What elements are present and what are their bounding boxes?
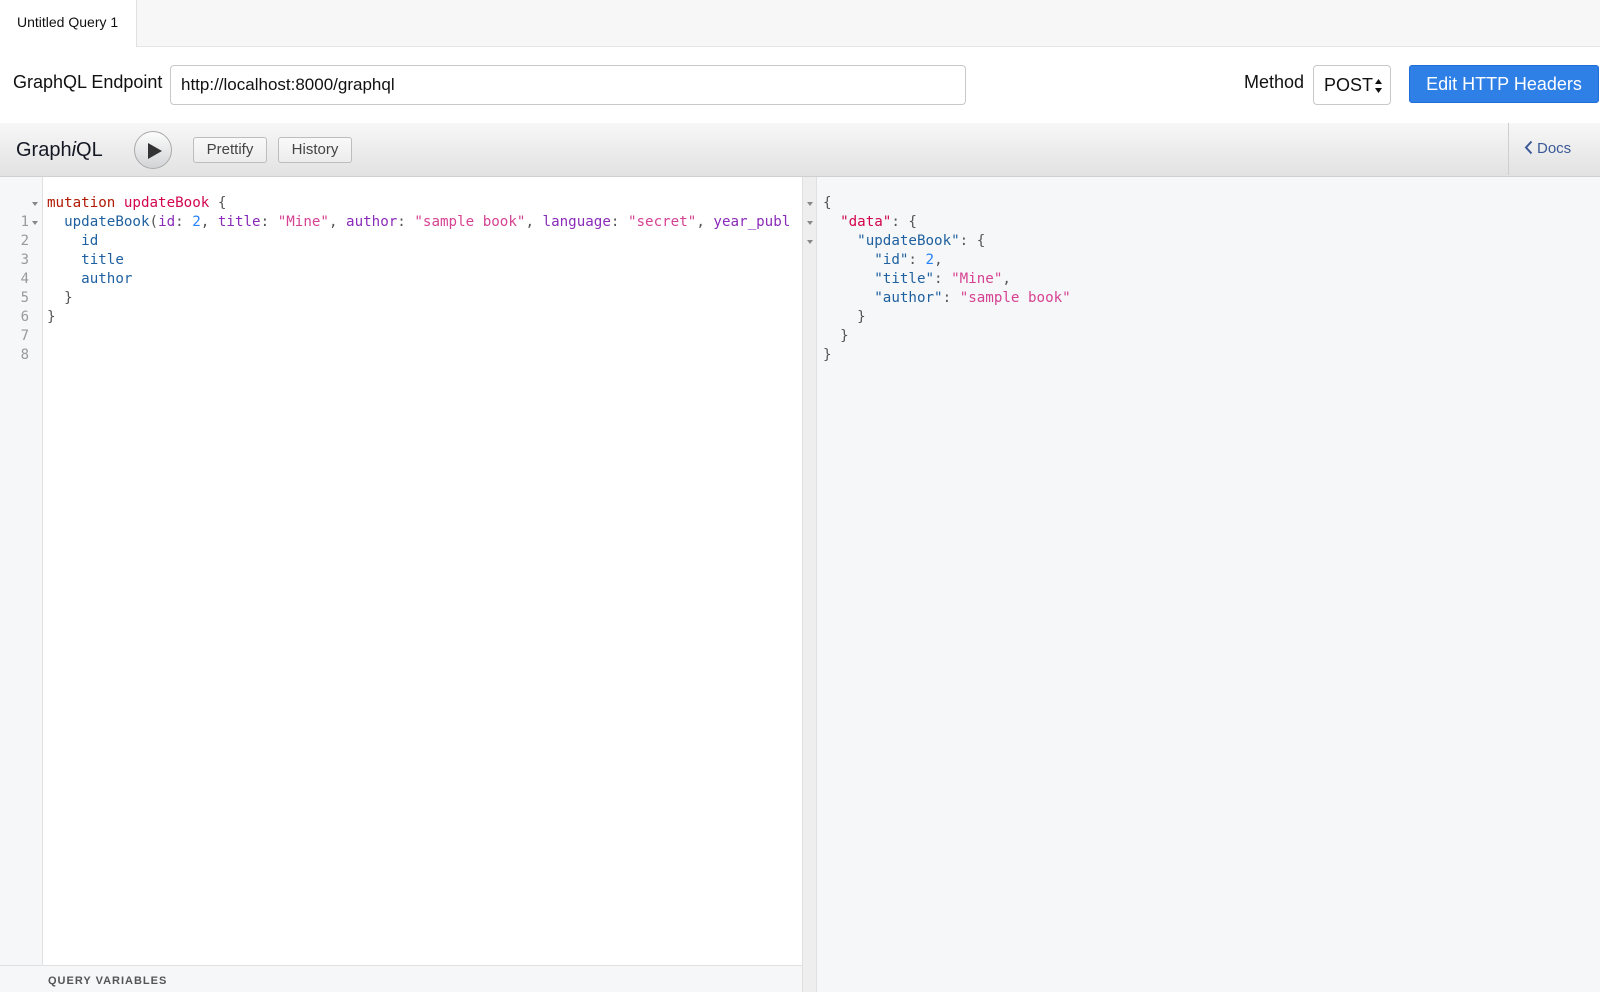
code-line: 7 } [0,308,802,344]
docs-label: Docs [1537,140,1572,157]
graphiql-toolbar: GraphiQL Prettify History Docs [0,123,1600,177]
code-line: 5 author [0,270,802,306]
result-line: { [803,194,854,213]
method-label: Method [1244,72,1305,92]
result-line: } [823,309,866,325]
query-code[interactable]: 1 mutation updateBook { 2 updateBook(id:… [0,194,802,363]
select-arrows-icon [1375,79,1382,93]
result-line: "id": 2, [874,252,943,268]
tab-strip: Untitled Query 1 [0,0,1600,48]
history-button[interactable]: History [278,137,352,163]
query-editor[interactable]: 1 mutation updateBook { 2 updateBook(id:… [0,177,802,992]
graphiql-title: GraphiQL [16,139,103,161]
endpoint-bar: GraphQL Endpoint Method POST Edit HTTP H… [0,47,1600,123]
result-code: { "data": { "updateBook": { "id": 2, "ti… [803,194,1071,365]
result-line: "title": "Mine", [874,271,1011,287]
tab-untitled-query-1[interactable]: Untitled Query 1 [0,0,137,48]
line-number: 8 [20,347,29,363]
chevron-left-icon [1524,140,1533,155]
result-line: } [823,328,849,344]
query-variables-toggle[interactable]: QUERY VARIABLES [0,965,802,992]
fold-arrow-icon[interactable] [32,202,38,206]
result-line: "data": { [803,213,917,232]
code-line: 6 } [0,289,802,325]
result-line: "author": "sample book" [874,290,1071,306]
code-line: 4 title [0,251,802,287]
result-line: } [823,347,832,363]
docs-divider [1508,123,1509,175]
code-line: 3 id [0,232,802,268]
fold-arrow-icon[interactable] [807,240,813,244]
result-pane: { "data": { "updateBook": { "id": 2, "ti… [802,177,1600,992]
fold-arrow-icon[interactable] [32,221,38,225]
prettify-button[interactable]: Prettify [193,137,267,163]
docs-button[interactable]: Docs [1524,140,1571,157]
code-line: 1 mutation updateBook { [0,194,802,230]
endpoint-label: GraphQL Endpoint [13,72,163,92]
edit-http-headers-button[interactable]: Edit HTTP Headers [1409,65,1599,103]
method-select[interactable]: POST [1313,65,1391,105]
code-line: 2 updateBook(id: 2, title: "Mine", autho… [0,213,802,249]
result-line: "updateBook": { [803,232,985,251]
execute-query-button[interactable] [134,131,172,169]
query-variables-label: QUERY VARIABLES [48,975,168,987]
endpoint-input[interactable] [170,65,966,105]
method-value: POST [1324,75,1374,95]
code-line: 8 [0,327,802,363]
play-icon [148,143,162,159]
fold-arrow-icon[interactable] [807,202,813,206]
fold-arrow-icon[interactable] [807,221,813,225]
